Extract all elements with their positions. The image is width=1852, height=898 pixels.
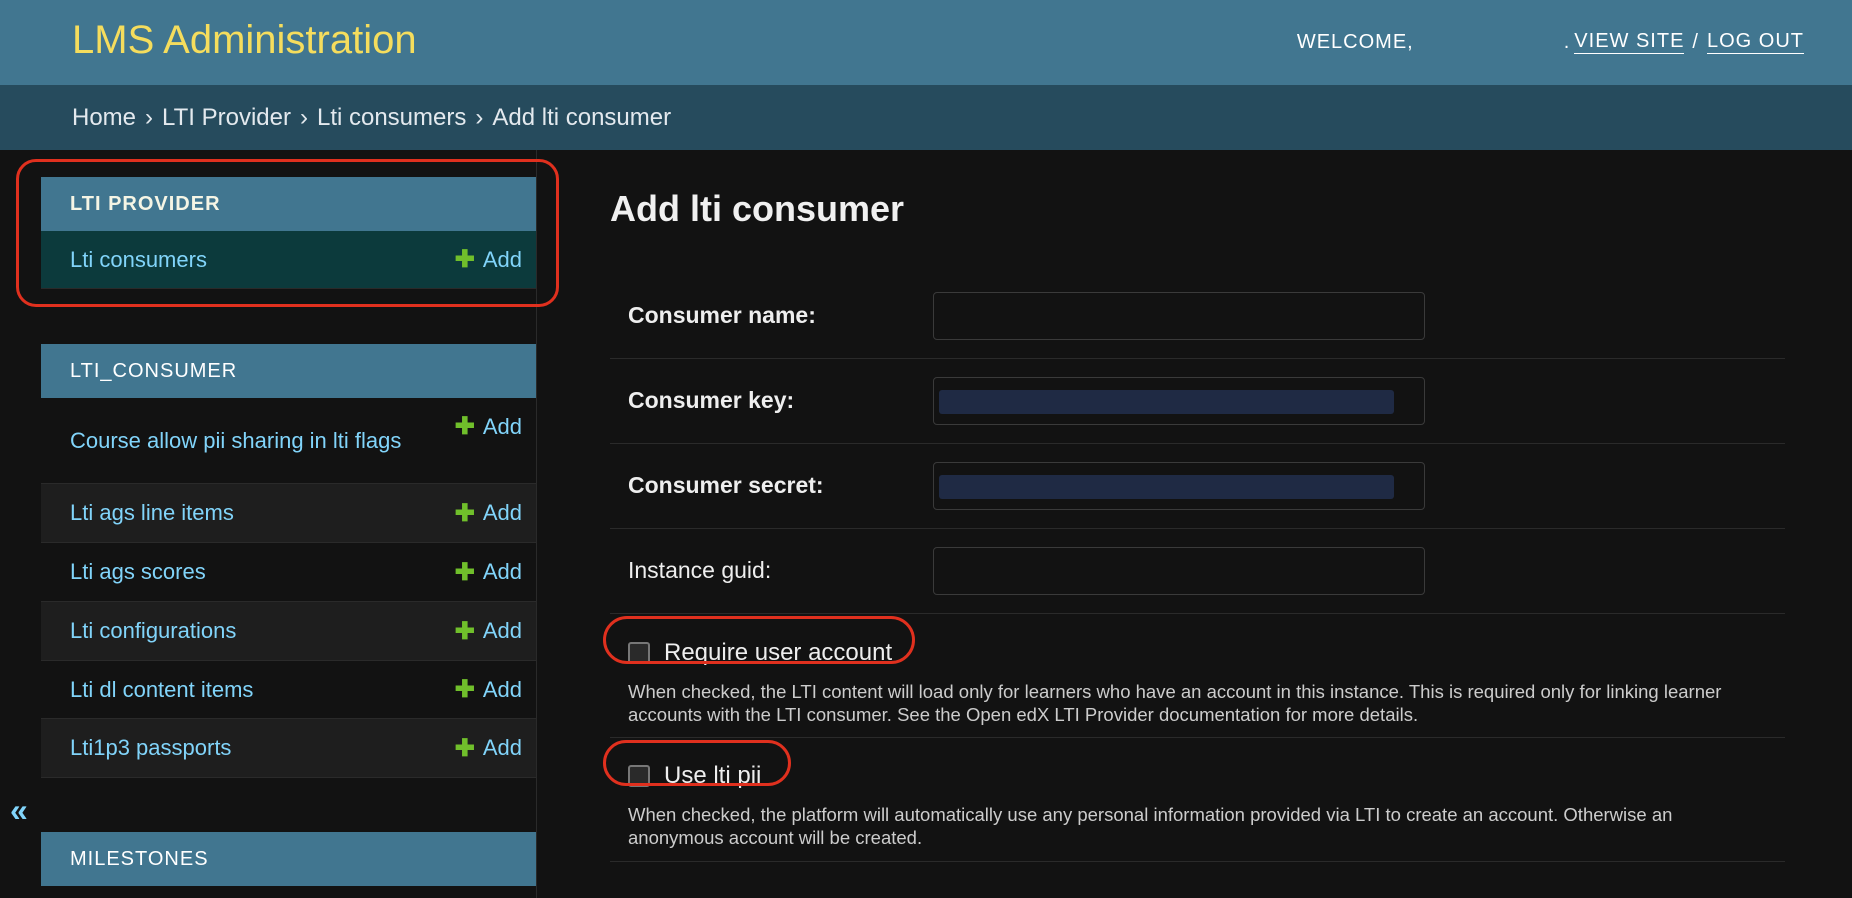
sidebar-item-lti-ags-line-items[interactable]: Lti ags line items ✚ Add [41,484,536,543]
form-row-consumer-key: Consumer key: [610,359,1785,444]
add-link[interactable]: ✚ Add [455,558,522,587]
sidebar-item-lti-dl-content-items[interactable]: Lti dl content items ✚ Add [41,661,536,719]
sidebar-item-lti-ags-scores[interactable]: Lti ags scores ✚ Add [41,543,536,602]
sidebar-item-label[interactable]: Lti1p3 passports [70,734,231,762]
double-chevron-left-icon[interactable]: « [10,792,28,829]
annotation-highlight-require-user-account [603,616,915,664]
add-link[interactable]: ✚ Add [455,734,522,763]
plus-icon: ✚ [454,617,475,645]
module-lti-consumer: LTI_CONSUMER Course allow pii sharing in… [41,344,536,778]
module-header-milestones[interactable]: MILESTONES [41,832,536,886]
add-label[interactable]: Add [483,677,522,703]
breadcrumb-lti-consumers[interactable]: Lti consumers [317,104,466,132]
annotation-highlight-lti-provider [16,159,559,307]
add-label[interactable]: Add [483,735,522,761]
page-title: Add lti consumer [610,188,905,229]
plus-icon: ✚ [454,413,475,440]
add-link[interactable]: ✚ Add [455,675,522,704]
redacted-username: . [1563,30,1571,53]
plus-icon: ✚ [454,558,475,586]
consumer-key-value [939,390,1394,414]
plus-icon: ✚ [454,676,475,703]
add-link[interactable]: ✚ Add [455,412,522,441]
site-brand[interactable]: LMS Administration [72,18,417,63]
log-out-link[interactable]: LOG OUT [1706,30,1804,54]
add-label[interactable]: Add [483,414,522,440]
welcome-text: WELCOME, [1296,30,1414,53]
user-tools: WELCOME, . VIEW SITE / LOG OUT [1297,30,1804,54]
consumer-key-input[interactable] [933,377,1425,425]
breadcrumb-current: Add lti consumer [492,103,672,131]
sidebar-item-label[interactable]: Lti ags line items [70,499,234,527]
add-link[interactable]: ✚ Add [455,617,522,646]
plus-icon: ✚ [454,499,475,527]
instance-guid-input[interactable] [933,547,1425,595]
add-label[interactable]: Add [483,559,522,585]
site-header: LMS Administration WELCOME, . VIEW SITE … [0,0,1852,85]
breadcrumb-separator: › [475,103,484,131]
consumer-secret-input[interactable] [933,462,1425,510]
module-header-lti-consumer[interactable]: LTI_CONSUMER [41,344,536,398]
sidebar-item-label[interactable]: Lti configurations [70,617,236,645]
breadcrumb-home[interactable]: Home [72,104,136,132]
require-user-account-help: When checked, the LTI content will load … [628,681,1722,725]
add-label[interactable]: Add [483,618,522,644]
consumer-secret-label: Consumer secret: [628,472,824,498]
sidebar-item-label[interactable]: Lti ags scores [70,558,206,586]
consumer-key-label: Consumer key: [628,387,795,413]
consumer-name-input[interactable] [933,292,1425,340]
sidebar-item-course-allow-pii[interactable]: Course allow pii sharing in lti flags ✚ … [41,398,536,484]
plus-icon: ✚ [454,734,475,762]
annotation-highlight-use-lti-pii [603,740,791,786]
consumer-secret-value [939,475,1394,499]
instance-guid-label: Instance guid: [628,557,772,583]
form-row-instance-guid: Instance guid: [610,529,1785,614]
use-lti-pii-help: When checked, the platform will automati… [628,804,1673,848]
sidebar-item-label[interactable]: Lti dl content items [70,676,253,704]
breadcrumb: Home › LTI Provider › Lti consumers › Ad… [0,85,1852,150]
add-label[interactable]: Add [483,500,522,526]
breadcrumb-separator: › [299,103,308,131]
sidebar-item-lti-configurations[interactable]: Lti configurations ✚ Add [41,602,536,661]
form-row-consumer-name: Consumer name: [610,274,1785,359]
breadcrumb-separator: › [145,103,154,131]
module-milestones: MILESTONES [41,832,536,886]
breadcrumb-lti-provider[interactable]: LTI Provider [162,104,291,132]
sidebar-item-label[interactable]: Course allow pii sharing in lti flags [70,427,410,455]
view-site-link[interactable]: VIEW SITE [1574,30,1685,54]
user-tools-separator: / [1692,30,1699,53]
form-row-consumer-secret: Consumer secret: [610,444,1785,529]
add-link[interactable]: ✚ Add [455,499,522,528]
sidebar-item-lti1p3-passports[interactable]: Lti1p3 passports ✚ Add [41,719,536,778]
consumer-name-label: Consumer name: [628,302,816,328]
